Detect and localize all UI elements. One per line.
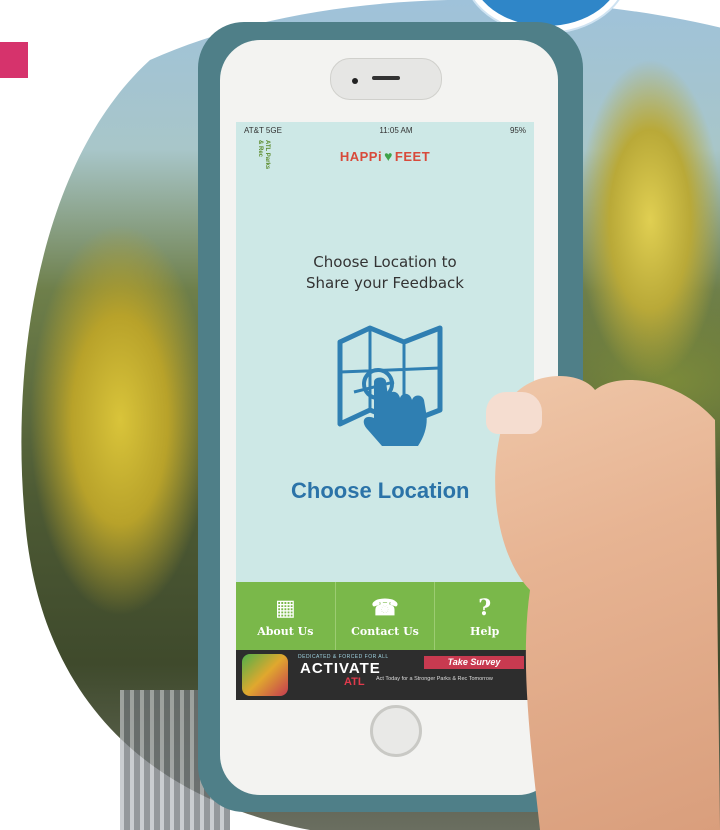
nav-about-label: About Us	[257, 624, 314, 638]
banner-atl: ATL	[344, 676, 365, 688]
take-survey-button[interactable]: Take Survey	[424, 656, 524, 669]
nav-about-us[interactable]: ▦ About Us	[236, 582, 336, 650]
banner-subtext: Act Today for a Stronger Parks & Rec Tom…	[376, 676, 493, 682]
speaker-slit	[372, 76, 400, 80]
frog-mascot-icon	[242, 654, 288, 696]
phone-icon: ☎	[371, 594, 399, 621]
nav-help-label: Help	[470, 624, 500, 638]
map-touch-icon[interactable]	[334, 322, 446, 452]
accent-square	[0, 42, 28, 78]
thumbnail-nail	[486, 392, 542, 434]
heart-pin-icon: ♥	[384, 148, 393, 164]
clock-label: 11:05 AM	[379, 125, 413, 135]
brand-left: HAPPi	[339, 149, 383, 164]
front-camera	[352, 78, 358, 84]
choose-location-prompt: Choose Location to Share your Feedback	[236, 252, 534, 294]
app-header: ATL Parks & Rec HAPPi ♥ FEET	[236, 140, 534, 172]
brand-right: FEET	[394, 149, 431, 164]
banner-activate: ACTIVATE	[300, 660, 381, 677]
photo-stage: AT&T 5GE 11:05 AM 95% ATL Parks & Rec HA…	[0, 0, 720, 830]
carrier-label: AT&T 5GE	[244, 125, 282, 135]
home-button[interactable]	[370, 705, 422, 757]
nav-contact-label: Contact Us	[351, 624, 419, 638]
building-icon: ▦	[274, 594, 296, 621]
nav-contact-us[interactable]: ☎ Contact Us	[336, 582, 436, 650]
prompt-line-1: Choose Location to	[313, 253, 457, 271]
nav-help[interactable]: ? Help	[435, 582, 534, 650]
prompt-line-2: Share your Feedback	[306, 274, 464, 292]
help-icon: ?	[478, 594, 492, 621]
status-bar: AT&T 5GE 11:05 AM 95%	[236, 122, 534, 138]
battery-label: 95%	[509, 125, 526, 135]
activate-atl-banner[interactable]: DEDICATED & FORCED FOR ALL ACTIVATE ATL …	[236, 650, 534, 700]
bottom-nav: ▦ About Us ☎ Contact Us ? Help	[236, 582, 534, 650]
happi-feet-brand: HAPPi ♥ FEET	[236, 148, 534, 164]
